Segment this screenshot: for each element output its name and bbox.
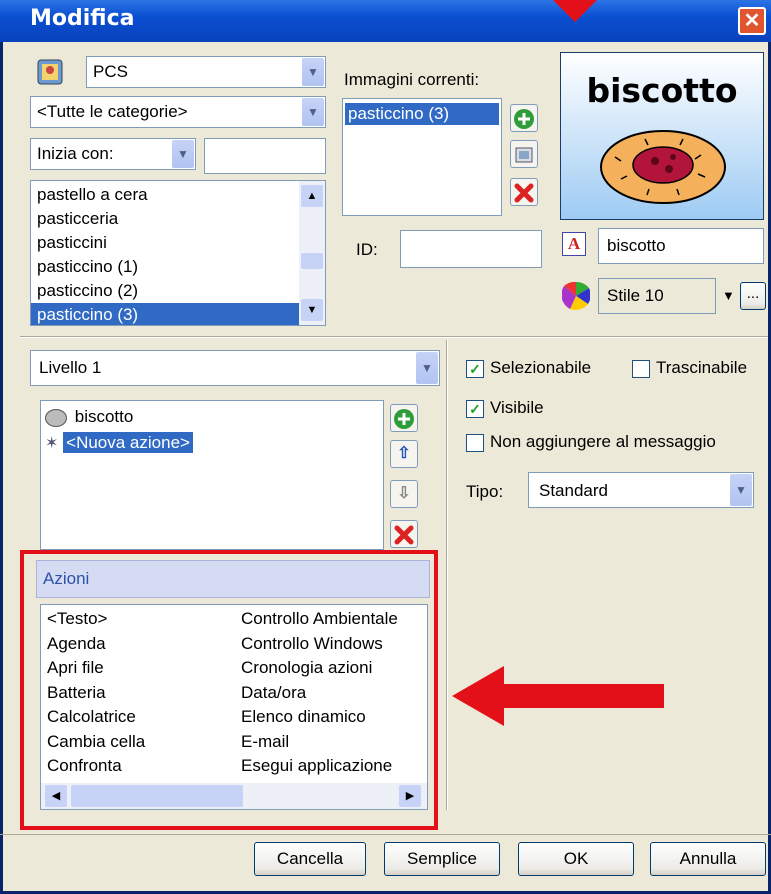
chevron-down-icon[interactable]: ▼ bbox=[302, 58, 324, 86]
symbol-list-item[interactable]: pasticcino (1) bbox=[31, 255, 299, 279]
type-value: Standard bbox=[539, 481, 608, 500]
delete-x-icon bbox=[514, 183, 534, 203]
selectable-label: Selezionabile bbox=[490, 358, 592, 377]
style-more-button[interactable]: ... bbox=[740, 282, 766, 310]
symbol-set-select[interactable]: PCS ▼ bbox=[86, 56, 326, 88]
vertical-divider bbox=[446, 340, 448, 810]
symbol-set-value: PCS bbox=[93, 62, 128, 81]
preview-caption: biscotto bbox=[586, 71, 738, 110]
new-action-label: <Nuova azione> bbox=[63, 432, 193, 453]
ok-button[interactable]: OK bbox=[518, 842, 634, 876]
simple-button[interactable]: Semplice bbox=[384, 842, 500, 876]
symbol-list-item[interactable]: pasticcino (3) bbox=[31, 303, 299, 325]
clear-button[interactable]: Cancella bbox=[254, 842, 366, 876]
cell-actions-list[interactable]: biscotto ✶ <Nuova azione> bbox=[40, 400, 384, 550]
add-action-button[interactable] bbox=[390, 404, 418, 432]
color-style-icon[interactable] bbox=[561, 281, 591, 310]
symbol-list-item[interactable]: pasticcino (2) bbox=[31, 279, 299, 303]
filter-mode-select[interactable]: Inizia con: ▼ bbox=[30, 138, 196, 170]
style-dropdown-arrow-icon[interactable]: ▼ bbox=[722, 288, 735, 303]
visible-checkbox[interactable]: ✓ bbox=[466, 400, 484, 418]
type-label: Tipo: bbox=[466, 482, 504, 501]
symbol-list-item[interactable]: pasticceria bbox=[31, 207, 299, 231]
id-label: ID: bbox=[356, 240, 378, 259]
symbol-list-scrollbar[interactable]: ▲ ▼ bbox=[299, 181, 325, 325]
cancel-button[interactable]: Annulla bbox=[650, 842, 766, 876]
red-arrow-icon bbox=[452, 666, 664, 726]
image-icon bbox=[515, 147, 533, 163]
highlight-box bbox=[20, 550, 438, 830]
delete-image-button[interactable] bbox=[510, 178, 538, 206]
text-font-icon[interactable]: A bbox=[562, 232, 586, 256]
horizontal-divider bbox=[20, 336, 768, 338]
plus-circle-icon bbox=[394, 409, 414, 429]
arrow-up-icon: ⇧ bbox=[397, 445, 411, 462]
current-images-list[interactable]: pasticcino (3) bbox=[342, 98, 502, 216]
level-select[interactable]: Livello 1 ▼ bbox=[30, 350, 440, 386]
add-image-button[interactable] bbox=[510, 104, 538, 132]
current-image-item[interactable]: pasticcino (3) bbox=[345, 103, 499, 125]
speech-bubble-icon bbox=[45, 408, 67, 427]
window-title: Modifica bbox=[30, 6, 135, 31]
delete-action-button[interactable] bbox=[390, 520, 418, 548]
visible-label: Visibile bbox=[490, 398, 544, 417]
symbol-list-item[interactable]: pasticcini bbox=[31, 231, 299, 255]
draggable-label: Trascinabile bbox=[656, 358, 748, 377]
red-pointer-triangle bbox=[553, 0, 597, 22]
edit-image-button[interactable] bbox=[510, 140, 538, 168]
level-value: Livello 1 bbox=[39, 358, 102, 377]
draggable-checkbox[interactable] bbox=[632, 360, 650, 378]
delete-x-icon bbox=[394, 525, 414, 545]
filter-mode-value: Inizia con: bbox=[37, 144, 114, 163]
move-up-button[interactable]: ⇧ bbox=[390, 440, 418, 468]
no-message-checkbox[interactable] bbox=[466, 434, 484, 452]
symbol-preview: biscotto bbox=[560, 52, 764, 220]
cookie-icon bbox=[600, 130, 726, 204]
close-button[interactable]: ✕ bbox=[738, 7, 766, 35]
no-message-label: Non aggiungere al messaggio bbox=[490, 432, 716, 451]
action-item-new[interactable]: ✶ <Nuova azione> bbox=[45, 431, 193, 455]
current-images-label: Immagini correnti: bbox=[344, 70, 480, 89]
symbol-list-item[interactable]: pastello a cera bbox=[31, 183, 299, 207]
label-input[interactable]: biscotto bbox=[598, 228, 764, 264]
symbol-list[interactable]: pastello a cera pasticceria pasticcini past… bbox=[30, 180, 326, 326]
action-item-label: biscotto bbox=[74, 407, 134, 426]
chevron-down-icon[interactable]: ▼ bbox=[302, 98, 324, 126]
chevron-down-icon[interactable]: ▼ bbox=[172, 140, 194, 168]
scroll-down-icon[interactable]: ▼ bbox=[301, 299, 323, 321]
footer-divider bbox=[0, 834, 771, 836]
chevron-down-icon[interactable]: ▼ bbox=[730, 474, 752, 506]
type-select[interactable]: Standard ▼ bbox=[528, 472, 754, 508]
id-input[interactable] bbox=[400, 230, 542, 268]
arrow-down-icon: ⇩ bbox=[397, 485, 411, 502]
selectable-checkbox[interactable]: ✓ bbox=[466, 360, 484, 378]
move-down-button[interactable]: ⇩ bbox=[390, 480, 418, 508]
scrollbar-thumb[interactable] bbox=[301, 253, 323, 269]
style-field[interactable]: Stile 10 bbox=[598, 278, 716, 314]
symbol-set-icon bbox=[36, 58, 64, 86]
scroll-up-icon[interactable]: ▲ bbox=[301, 185, 323, 207]
action-item-speech[interactable]: biscotto bbox=[45, 405, 133, 429]
plus-circle-icon bbox=[514, 109, 534, 129]
category-value: <Tutte le categorie> bbox=[37, 102, 188, 121]
magic-wand-icon: ✶ bbox=[45, 435, 59, 452]
chevron-down-icon[interactable]: ▼ bbox=[416, 352, 438, 384]
category-select[interactable]: <Tutte le categorie> ▼ bbox=[30, 96, 326, 128]
filter-input[interactable] bbox=[204, 138, 326, 174]
